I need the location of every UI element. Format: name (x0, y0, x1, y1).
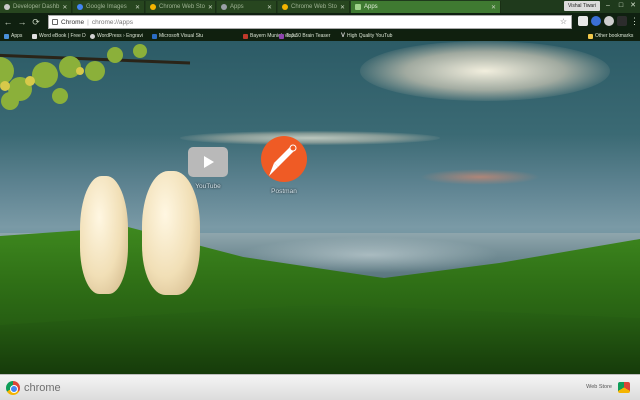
app-label: Postman (271, 188, 297, 195)
tab-label: Developer Dashb (13, 4, 60, 10)
cloud-decoration (360, 41, 610, 101)
apps-page: YouTube Postman (0, 41, 640, 374)
omnibox-separator: | (87, 18, 89, 26)
other-bookmarks[interactable]: Other bookmarks (588, 31, 638, 41)
bookmarks-bar: Apps Word eBook | Free D WordPress › Eng… (0, 31, 640, 41)
tab-favicon-icon (221, 4, 227, 10)
tab-5[interactable]: Apps ✕ (351, 1, 501, 13)
bookmark-1[interactable]: Word eBook | Free D (32, 31, 86, 41)
news-icon (243, 33, 248, 39)
tab-label: Chrome Web Sto (159, 4, 205, 10)
brain-icon (279, 33, 284, 39)
reload-button[interactable]: ⟳ (30, 16, 42, 28)
page-icon (32, 33, 37, 39)
tab-label: Apps (364, 4, 378, 10)
profile-badge[interactable]: Vishal Tiwari (564, 1, 600, 11)
tab-close-icon[interactable]: ✕ (132, 4, 140, 11)
postman-icon[interactable] (261, 136, 307, 182)
page-info-icon[interactable] (52, 19, 58, 25)
postman-rocket-icon (269, 144, 297, 176)
address-bar[interactable]: Chrome | chrome://apps ☆ (48, 15, 572, 29)
tab-favicon-icon (4, 4, 10, 10)
chrome-wordmark: chrome (24, 381, 61, 394)
cloud-decoration (420, 169, 540, 185)
forward-button[interactable]: → (16, 16, 28, 28)
wordpress-icon (90, 33, 95, 39)
tab-favicon-icon (282, 4, 288, 10)
minimize-button[interactable]: – (602, 0, 614, 12)
tree-branch-decoration (0, 44, 191, 110)
shield-icon[interactable] (617, 16, 627, 26)
maximize-button[interactable]: □ (615, 0, 627, 12)
bookmark-label: Apps (11, 33, 23, 39)
visual-studio-icon (152, 33, 157, 39)
tab-0[interactable]: Developer Dashb ✕ (0, 1, 72, 13)
youtube-play-icon[interactable] (188, 147, 228, 177)
back-button[interactable]: ← (2, 16, 14, 28)
bookmark-label: High Quality YouTub (347, 33, 393, 39)
tab-3[interactable]: Apps ✕ (217, 1, 277, 13)
close-window-button[interactable]: ✕ (627, 0, 639, 12)
bookmark-star-icon[interactable]: ☆ (560, 17, 567, 26)
tab-2[interactable]: Chrome Web Sto ✕ (146, 1, 216, 13)
extension-icon-2[interactable] (591, 16, 601, 26)
folder-icon (588, 33, 593, 39)
omnibox-url[interactable]: chrome://apps (92, 19, 133, 26)
web-store-link[interactable]: Web Store (586, 384, 612, 390)
tab-close-icon[interactable]: ✕ (59, 4, 67, 11)
bookmark-3[interactable]: Microsoft Visual Stu (152, 31, 238, 41)
bookmark-label: Top 50 Brain Teaser (286, 33, 331, 39)
bookmark-label: WordPress › Engravi (97, 33, 144, 39)
app-youtube[interactable]: YouTube (178, 147, 238, 190)
toolbar: ← → ⟳ Chrome | chrome://apps ☆ ⋮ (0, 13, 640, 31)
tab-close-icon[interactable]: ✕ (264, 4, 272, 11)
tab-close-icon[interactable]: ✕ (488, 4, 496, 11)
tab-4[interactable]: Chrome Web Sto ✕ (278, 1, 350, 13)
tab-close-icon[interactable]: ✕ (337, 4, 345, 11)
bottom-bar: chrome Web Store (0, 374, 640, 400)
bookmark-label: Microsoft Visual Stu (159, 33, 204, 39)
tab-label: Chrome Web Sto (291, 4, 337, 10)
tab-favicon-icon (77, 4, 83, 10)
tab-favicon-icon (150, 4, 156, 10)
app-label: YouTube (195, 183, 221, 190)
v-logo-icon: V (341, 33, 346, 39)
bookmark-2[interactable]: WordPress › Engravi (90, 31, 148, 41)
omnibox-chip: Chrome (61, 18, 85, 26)
bookmark-5[interactable]: Top 50 Brain Teaser (279, 31, 337, 41)
tab-close-icon[interactable]: ✕ (205, 4, 213, 11)
menu-icon[interactable]: ⋮ (630, 16, 639, 26)
tab-1[interactable]: Google Images ✕ (73, 1, 145, 13)
tab-label: Google Images (86, 4, 127, 10)
extension-icon-1[interactable] (578, 16, 588, 26)
tab-strip: Developer Dashb ✕ Google Images ✕ Chrome… (0, 0, 640, 13)
bookmark-apps[interactable]: Apps (4, 31, 30, 41)
app-postman[interactable]: Postman (254, 136, 314, 195)
other-bookmarks-label: Other bookmarks (595, 33, 634, 39)
bookmark-label: Word eBook | Free D (39, 33, 86, 39)
apps-grid-icon (355, 4, 361, 10)
web-store-icon[interactable] (618, 382, 630, 393)
apps-grid-icon (4, 33, 9, 39)
bookmark-6[interactable]: V High Quality YouTub (341, 31, 399, 41)
tab-label: Apps (230, 4, 244, 10)
chrome-logo-icon (6, 380, 20, 395)
puppy-image-left (80, 176, 128, 294)
extension-icon-3[interactable] (604, 16, 614, 26)
